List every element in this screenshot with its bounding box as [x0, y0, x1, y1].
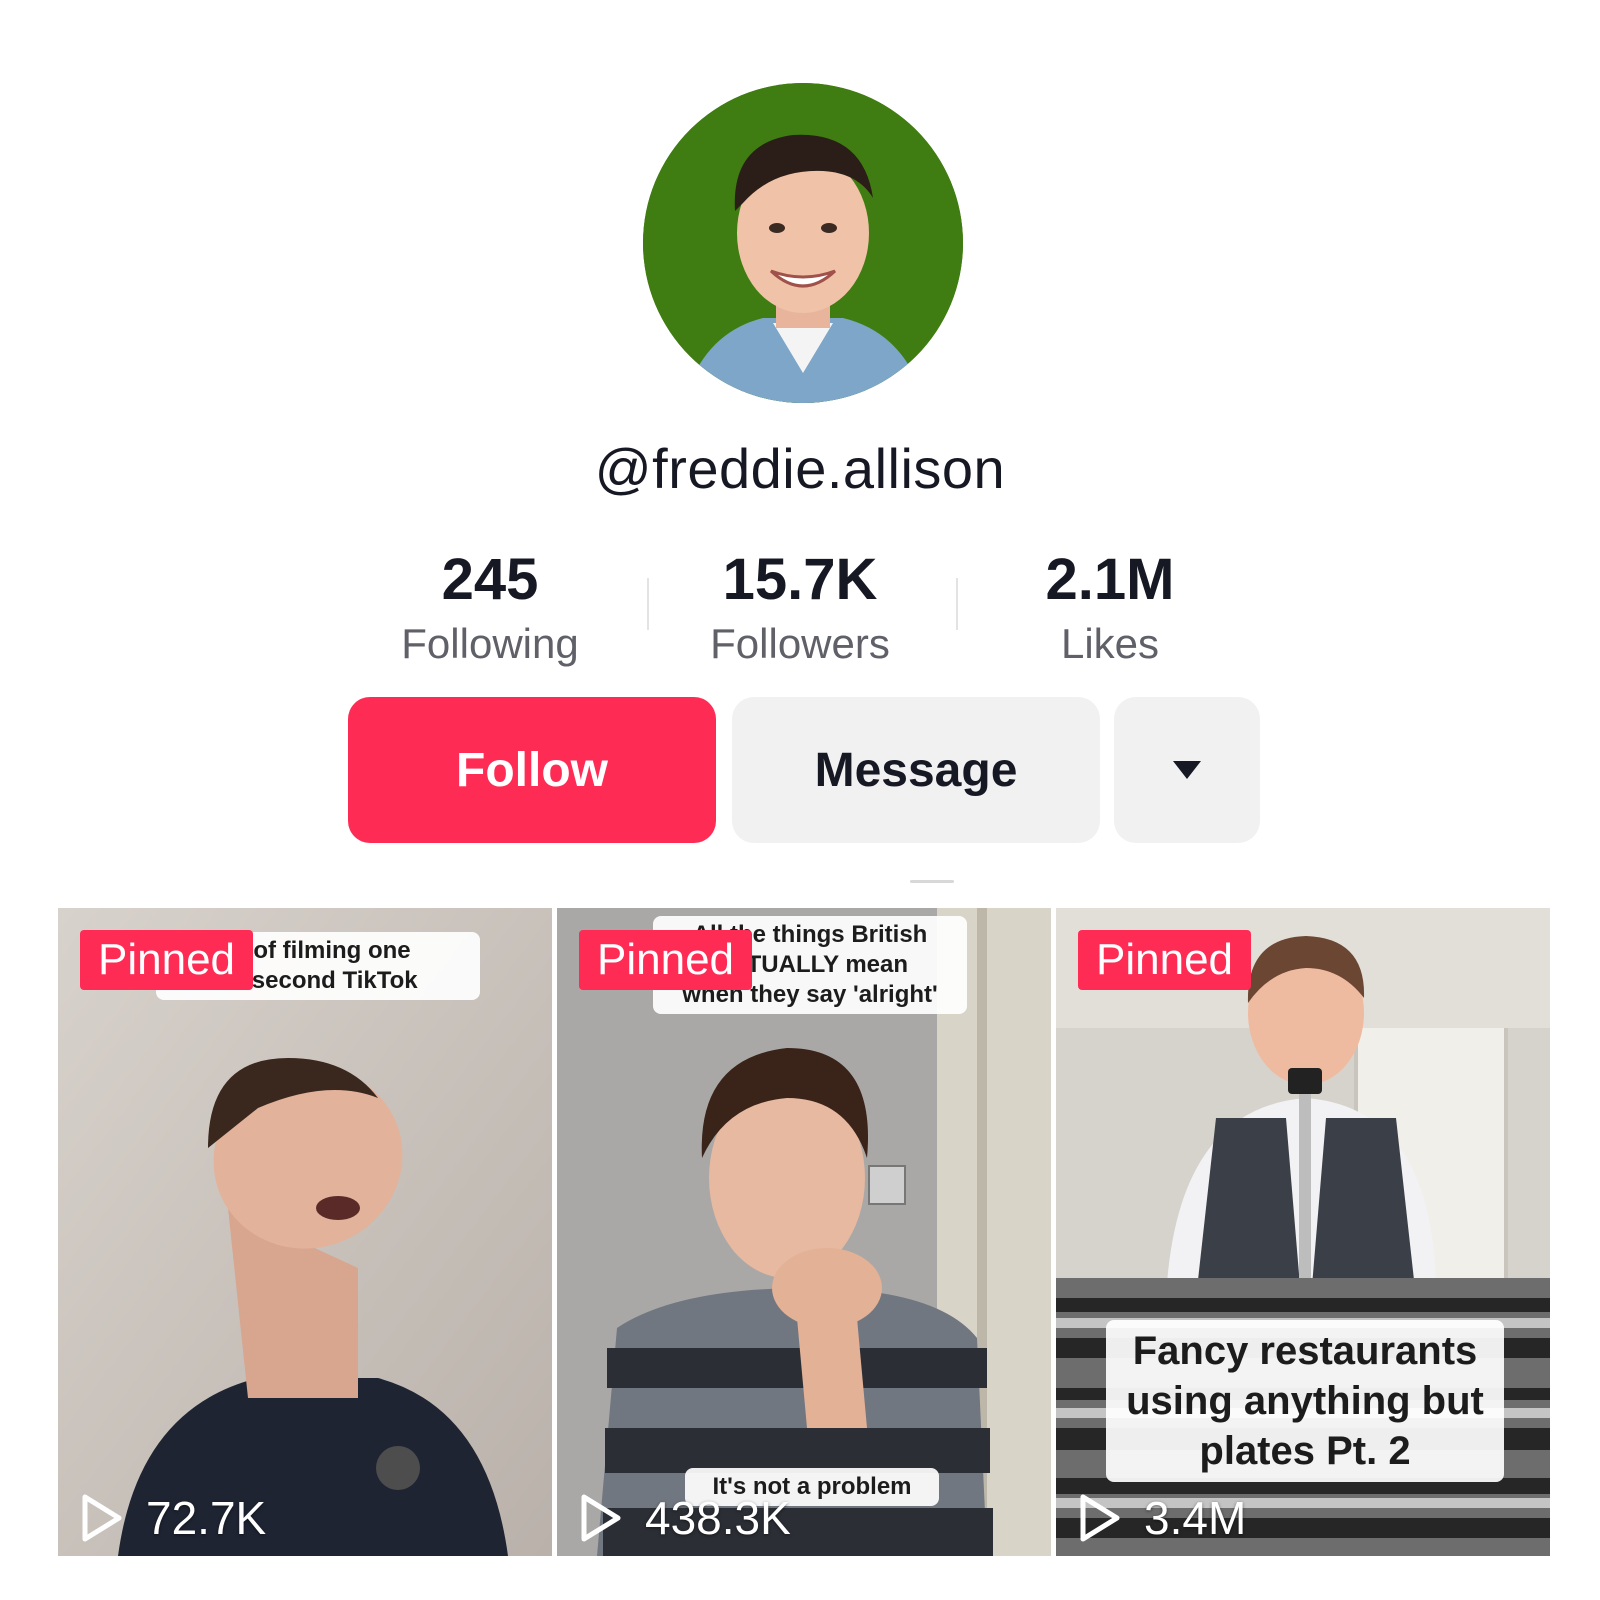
likes-count: 2.1M: [1045, 547, 1175, 612]
view-count: 438.3K: [579, 1488, 791, 1548]
pinned-badge: Pinned: [579, 930, 753, 990]
stat-divider: [956, 578, 958, 630]
play-icon: [581, 1494, 621, 1542]
play-icon: [1080, 1494, 1120, 1542]
view-count: 72.7K: [80, 1488, 266, 1548]
caption-line: using anything but: [1126, 1379, 1484, 1423]
view-count-text: 72.7K: [146, 1492, 267, 1544]
video-caption-main: Fancy restaurants using anything but pla…: [1106, 1320, 1504, 1482]
following-count: 245: [441, 547, 539, 612]
video-tile[interactable]: All the things British ACTUALLY mean whe…: [557, 908, 1051, 1556]
tab-indicator: [910, 880, 954, 883]
followers-count: 15.7K: [722, 547, 878, 612]
avatar[interactable]: [643, 83, 963, 403]
stat-likes[interactable]: 2.1M Likes: [960, 548, 1260, 672]
pinned-badge: Pinned: [1078, 930, 1252, 990]
video-tile[interactable]: ty of filming one 15 second TikTok Pinne…: [58, 908, 552, 1556]
avatar-photo: [643, 83, 963, 403]
likes-label: Likes: [1060, 620, 1160, 667]
video-grid: ty of filming one 15 second TikTok Pinne…: [58, 908, 1552, 1556]
stats-row: 245 Following 15.7K Followers 2.1M Likes: [340, 548, 1260, 678]
view-count-text: 438.3K: [645, 1492, 791, 1544]
more-options-button[interactable]: [1114, 697, 1260, 843]
caret-down-icon: [1173, 761, 1201, 779]
view-count-text: 3.4M: [1144, 1492, 1247, 1544]
caption-line: plates Pt. 2: [1199, 1429, 1411, 1473]
pinned-badge: Pinned: [80, 930, 254, 990]
video-thumbnail: [58, 908, 552, 1556]
follow-button[interactable]: Follow: [348, 697, 716, 843]
view-count: 3.4M: [1078, 1488, 1246, 1548]
following-label: Following: [401, 620, 579, 667]
username: @freddie.allison: [594, 437, 1006, 500]
stat-followers[interactable]: 15.7K Followers: [650, 548, 950, 672]
message-button[interactable]: Message: [732, 697, 1100, 843]
stat-following[interactable]: 245 Following: [340, 548, 640, 672]
play-icon: [82, 1494, 122, 1542]
profile-page: @freddie.allison 245 Following 15.7K Fol…: [0, 0, 1600, 1600]
stat-divider: [647, 578, 649, 630]
followers-label: Followers: [710, 620, 890, 667]
caption-line: Fancy restaurants: [1132, 1329, 1478, 1373]
video-tile[interactable]: Pinned Fancy restaurants using anything …: [1056, 908, 1550, 1556]
